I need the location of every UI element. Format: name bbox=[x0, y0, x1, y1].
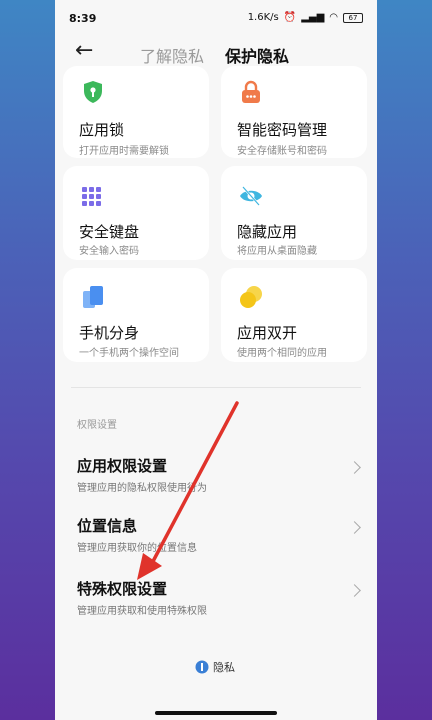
card-subtitle: 打开应用时需要解锁 bbox=[79, 146, 169, 157]
status-icons: 1.6K/s ⏰ ▂▄▆ ◠ 67 bbox=[248, 12, 363, 23]
network-speed: 1.6K/s bbox=[247, 12, 279, 23]
row-title: 位置信息 bbox=[77, 517, 138, 535]
card-title: 安全键盘 bbox=[79, 223, 140, 241]
eye-hidden-icon bbox=[240, 186, 262, 206]
tab-learn-privacy[interactable]: 了解隐私 bbox=[140, 43, 204, 67]
tab-protect-privacy[interactable]: 保护隐私 bbox=[225, 43, 289, 67]
row-app-permissions[interactable]: 应用权限设置 管理应用的隐私权限使用行为 bbox=[55, 455, 377, 511]
chevron-right-icon bbox=[348, 521, 361, 534]
card-subtitle: 一个手机两个操作空间 bbox=[79, 348, 179, 359]
back-arrow-icon[interactable]: ← bbox=[75, 38, 93, 63]
card-subtitle: 使用两个相同的应用 bbox=[237, 348, 327, 359]
card-subtitle: 安全存储账号和密码 bbox=[237, 146, 327, 157]
card-subtitle: 将应用从桌面隐藏 bbox=[237, 246, 317, 257]
row-subtitle: 管理应用的隐私权限使用行为 bbox=[77, 483, 207, 494]
card-title: 隐藏应用 bbox=[237, 223, 298, 241]
status-bar: 8:39 1.6K/s ⏰ ▂▄▆ ◠ 67 bbox=[55, 0, 377, 34]
dual-app-icon bbox=[240, 286, 262, 308]
row-special-permissions[interactable]: 特殊权限设置 管理应用获取和使用特殊权限 bbox=[55, 578, 377, 634]
dual-phone-icon bbox=[83, 286, 103, 308]
card-secure-keyboard[interactable]: 安全键盘 安全输入密码 bbox=[63, 166, 209, 260]
card-title: 应用双开 bbox=[237, 324, 298, 342]
battery-icon: 67 bbox=[343, 12, 363, 23]
card-app-lock[interactable]: 应用锁 打开应用时需要解锁 bbox=[63, 66, 209, 158]
card-hide-apps[interactable]: 隐藏应用 将应用从桌面隐藏 bbox=[221, 166, 367, 260]
row-location[interactable]: 位置信息 管理应用获取你的位置信息 bbox=[55, 515, 377, 571]
section-label: 权限设置 bbox=[77, 420, 117, 431]
footer-label: 隐私 bbox=[213, 661, 235, 674]
card-subtitle: 安全输入密码 bbox=[79, 246, 139, 257]
card-title: 智能密码管理 bbox=[237, 121, 328, 139]
wifi-icon: ◠ bbox=[329, 12, 338, 23]
chevron-right-icon bbox=[348, 461, 361, 474]
privacy-logo-icon bbox=[195, 660, 209, 674]
alarm-icon: ⏰ bbox=[283, 12, 297, 23]
chevron-right-icon bbox=[348, 584, 361, 597]
row-subtitle: 管理应用获取你的位置信息 bbox=[77, 543, 197, 554]
row-title: 应用权限设置 bbox=[77, 457, 168, 475]
card-title: 手机分身 bbox=[79, 324, 140, 342]
divider bbox=[71, 387, 361, 388]
padlock-icon bbox=[242, 80, 260, 103]
home-indicator[interactable] bbox=[155, 711, 277, 715]
card-title: 应用锁 bbox=[79, 121, 125, 139]
status-time: 8:39 bbox=[69, 12, 97, 25]
card-dual-apps[interactable]: 应用双开 使用两个相同的应用 bbox=[221, 268, 367, 362]
signal-icon: ▂▄▆ bbox=[301, 12, 325, 23]
card-second-space[interactable]: 手机分身 一个手机两个操作空间 bbox=[63, 268, 209, 362]
keyboard-icon bbox=[82, 187, 101, 206]
card-password-manager[interactable]: 智能密码管理 安全存储账号和密码 bbox=[221, 66, 367, 158]
footer-privacy-brand: 隐私 bbox=[195, 659, 235, 675]
row-title: 特殊权限设置 bbox=[77, 580, 168, 598]
phone-screen: 8:39 1.6K/s ⏰ ▂▄▆ ◠ 67 ← 了解隐私 保护隐私 应用锁 打… bbox=[55, 0, 377, 720]
shield-lock-icon bbox=[84, 81, 102, 103]
row-subtitle: 管理应用获取和使用特殊权限 bbox=[77, 606, 207, 617]
